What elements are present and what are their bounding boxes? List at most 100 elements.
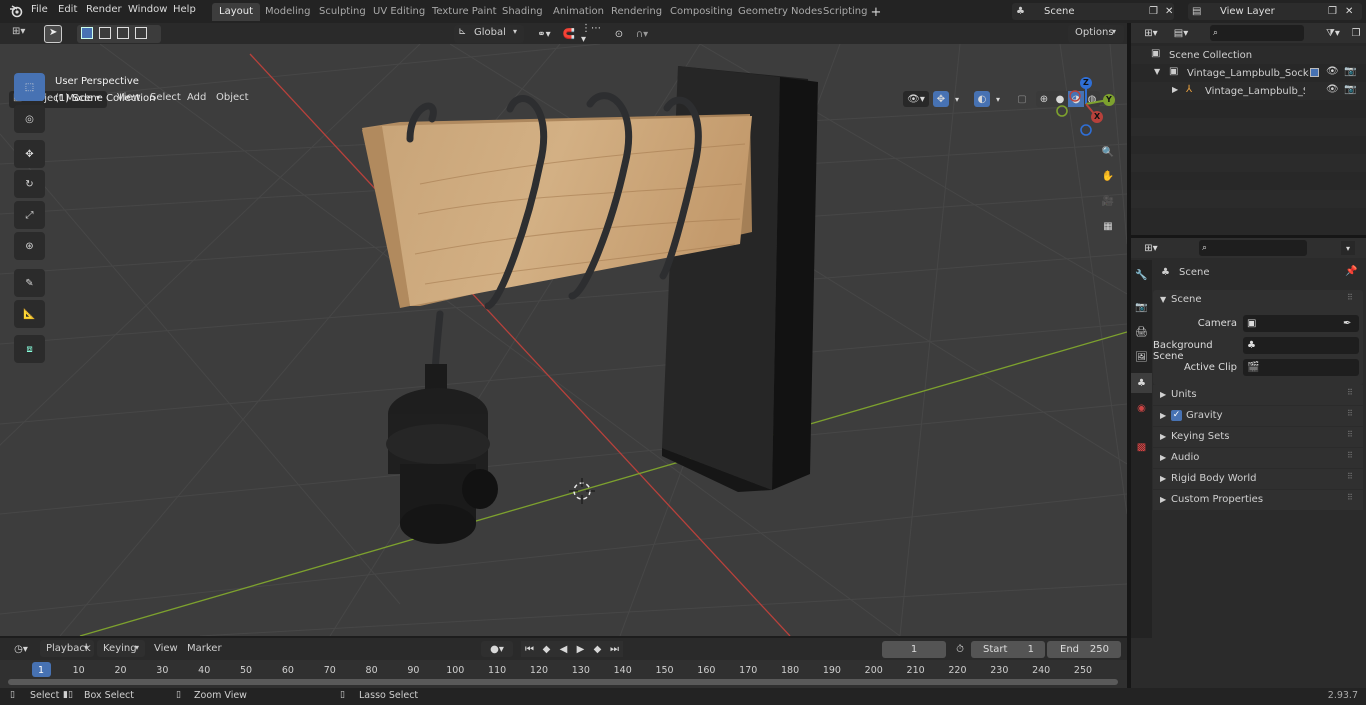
tab-geometry-nodes[interactable]: Geometry Nodes — [731, 3, 829, 21]
select-tool-button[interactable]: ➤ — [44, 25, 62, 43]
scene-selector[interactable]: ♣ Scene ❐ ✕ — [1012, 3, 1174, 20]
timeline-scrollbar[interactable] — [8, 679, 1118, 685]
units-panel[interactable]: ▶ Units ⠿ — [1153, 385, 1363, 405]
drag-handle-icon[interactable]: ⠿ — [1347, 493, 1353, 502]
new-collection-icon[interactable]: ❐ — [1349, 26, 1363, 40]
tool-add-cube[interactable]: ⧈ — [14, 335, 45, 363]
start-frame-field[interactable]: Start 1 — [971, 641, 1045, 658]
eye-icon[interactable]: 👁 — [1326, 84, 1339, 95]
expand-arrow-icon[interactable]: ▶ — [1172, 85, 1178, 94]
stopwatch-icon[interactable]: ⏱ — [952, 641, 968, 657]
outliner-row[interactable]: ▼ ▣ Vintage_Lampbulb_Socket_W 👁 📷 — [1131, 64, 1366, 82]
tab-sculpting[interactable]: Sculpting — [312, 3, 373, 21]
wireframe-shading-icon[interactable]: ⊕ — [1036, 91, 1052, 107]
visibility-icon[interactable]: 👁▾ — [903, 91, 929, 107]
tool-tab-icon[interactable]: 🔧 — [1133, 266, 1150, 284]
camera-field[interactable]: ▣ ✒ — [1243, 315, 1359, 332]
overlay-dropdown-icon[interactable]: ▾ — [992, 91, 1004, 107]
display-mode-icon[interactable]: ▤▾ — [1169, 26, 1193, 40]
tool-cursor[interactable]: ◎ — [14, 105, 45, 133]
copy-icon[interactable]: ❐ — [1149, 3, 1158, 20]
eye-icon[interactable]: 👁 — [1326, 66, 1339, 77]
tool-select-box[interactable]: ⬚ — [14, 73, 45, 101]
falloff-icon[interactable]: ∩▾ — [630, 27, 654, 41]
play-reverse-icon[interactable]: ◀ — [555, 641, 572, 657]
custom-properties-panel[interactable]: ▶ Custom Properties ⠿ — [1153, 490, 1363, 510]
playback-menu[interactable]: Playback ▾ — [40, 640, 94, 657]
filter-icon[interactable]: ⧩▾ — [1321, 26, 1345, 40]
drag-handle-icon[interactable]: ⠿ — [1347, 409, 1353, 418]
mode-subtract-icon[interactable] — [117, 27, 129, 39]
tab-compositing[interactable]: Compositing — [663, 3, 740, 21]
options-dropdown[interactable]: Options ▾ — [1068, 25, 1124, 43]
xray-icon[interactable]: ▢ — [1014, 91, 1030, 107]
menu-help[interactable]: Help — [173, 4, 196, 15]
timeline-menu-marker[interactable]: Marker — [187, 643, 222, 654]
texture-tab-icon[interactable]: ▩ — [1133, 438, 1150, 456]
pin-icon[interactable]: 📌 — [1345, 266, 1357, 277]
camera-icon[interactable]: 📷 — [1344, 84, 1356, 95]
pan-hand-icon[interactable]: ✋ — [1097, 166, 1119, 186]
editor-type-icon[interactable]: ⊞▾ — [1139, 26, 1163, 40]
chevron-down-icon[interactable]: ▾ — [1341, 241, 1355, 255]
mode-new-icon[interactable] — [81, 27, 93, 39]
end-frame-field[interactable]: End 250 — [1047, 641, 1121, 658]
outliner-row[interactable]: ▶ ⅄ Vintage_Lampbulb_Sock 👁 📷 — [1131, 82, 1366, 100]
tool-rotate[interactable]: ↻ — [14, 170, 45, 198]
drag-handle-icon[interactable]: ⠿ — [1347, 430, 1353, 439]
editor-type-button[interactable]: ⊞▾ — [8, 25, 36, 43]
timeline-menu-view[interactable]: View — [154, 643, 178, 654]
gravity-panel[interactable]: ▶ ✓ Gravity ⠿ — [1153, 406, 1363, 426]
proportional-edit-icon[interactable]: ⊙ — [612, 27, 626, 41]
tab-modeling[interactable]: Modeling — [258, 3, 318, 21]
snap-icon[interactable]: 🧲 — [561, 27, 577, 41]
audio-panel[interactable]: ▶ Audio ⠿ — [1153, 448, 1363, 468]
scene-tab-icon[interactable]: ♣ — [1131, 373, 1152, 393]
view-layer-selector[interactable]: ▤ View Layer ❐ ✕ — [1188, 3, 1362, 20]
record-icon[interactable]: ●▾ — [481, 641, 513, 657]
editor-type-icon[interactable]: ◷▾ — [8, 642, 34, 656]
viewport-menu-add[interactable]: Add — [187, 92, 206, 103]
properties-search-input[interactable]: ⌕ — [1199, 240, 1307, 256]
background-scene-field[interactable]: ♣ — [1243, 337, 1359, 354]
tool-scale[interactable]: ⤢ — [14, 201, 45, 229]
gravity-checkbox[interactable]: ✓ — [1171, 410, 1182, 421]
tool-measure[interactable]: 📐 — [14, 300, 45, 328]
jump-end-icon[interactable]: ⏭ — [606, 641, 623, 657]
tab-animation[interactable]: Animation — [546, 3, 611, 21]
gizmo-dropdown-icon[interactable]: ▾ — [951, 91, 963, 107]
tab-shading[interactable]: Shading — [495, 3, 550, 21]
drag-handle-icon[interactable]: ⠿ — [1347, 451, 1353, 460]
transform-orientation-dropdown[interactable]: ⊾ Global ▾ — [454, 25, 524, 43]
play-icon[interactable]: ▶ — [572, 641, 589, 657]
tab-layout[interactable]: Layout — [212, 3, 260, 21]
overlay-toggle-icon[interactable]: ◐ — [974, 91, 990, 107]
menu-window[interactable]: Window — [128, 4, 167, 15]
copy-icon[interactable]: ❐ — [1328, 3, 1337, 20]
menu-file[interactable]: File — [31, 4, 48, 15]
mode-extend-icon[interactable] — [99, 27, 111, 39]
prev-keyframe-icon[interactable]: ◆ — [538, 641, 555, 657]
grid-view-icon[interactable]: ▦ — [1097, 216, 1119, 236]
keying-menu[interactable]: Keying ▾ — [97, 640, 145, 657]
outliner-row-root[interactable]: ▣ Scene Collection — [1131, 46, 1366, 64]
drag-handle-icon[interactable]: ⠿ — [1347, 388, 1353, 397]
add-workspace-icon[interactable]: + — [869, 5, 883, 20]
blender-logo-icon[interactable] — [9, 4, 23, 18]
current-frame-field[interactable]: 1 — [882, 641, 946, 658]
checkbox-icon[interactable] — [1310, 68, 1319, 77]
gizmo-toggle-icon[interactable]: ✥ — [933, 91, 949, 107]
render-tab-icon[interactable]: 📷 — [1133, 298, 1150, 316]
active-clip-field[interactable]: 🎬 — [1243, 359, 1359, 376]
pivot-icon[interactable]: ⚭▾ — [533, 27, 555, 41]
3d-viewport[interactable] — [0, 44, 1127, 636]
tool-annotate[interactable]: ✎ — [14, 269, 45, 297]
navigation-gizmo[interactable]: Z Y X — [1052, 74, 1122, 140]
close-icon[interactable]: ✕ — [1345, 3, 1353, 20]
selection-mode-buttons[interactable] — [77, 25, 161, 43]
expand-arrow-icon[interactable]: ▼ — [1154, 67, 1160, 76]
view-layer-tab-icon[interactable]: 🖼 — [1133, 348, 1150, 366]
output-tab-icon[interactable]: 🖨 — [1133, 323, 1150, 341]
tab-uv-editing[interactable]: UV Editing — [366, 3, 432, 21]
mode-invert-icon[interactable] — [135, 27, 147, 39]
